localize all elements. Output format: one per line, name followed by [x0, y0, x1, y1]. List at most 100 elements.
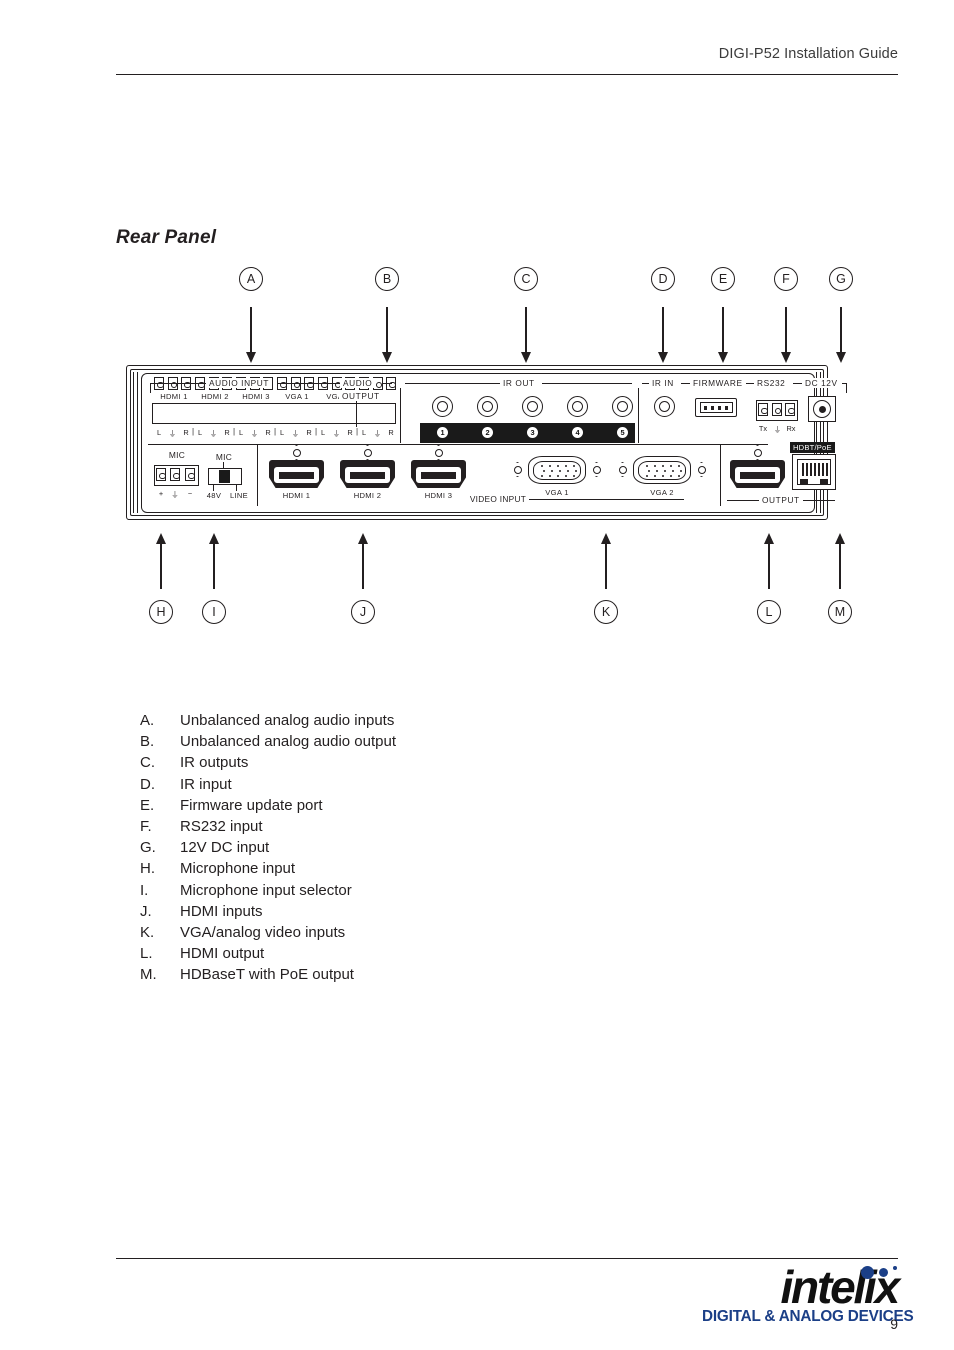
audio-output-label-line1: AUDIO: [340, 378, 376, 388]
pin-label-r: R: [224, 428, 230, 437]
pin-label-gnd: ⏚: [291, 429, 300, 438]
usb-contact-pin: [704, 406, 707, 410]
usb-contact-pin: [725, 406, 728, 410]
rs232-pin-rx: Rx: [786, 424, 796, 433]
pin-label-r: R: [306, 428, 312, 437]
mic-terminal-screw[interactable]: [185, 468, 195, 481]
legend-item-h: H. Microphone input: [140, 858, 700, 879]
pin-label-r: R: [347, 428, 353, 437]
logo-tagline: DIGITAL & ANALOG DEVICES: [702, 1308, 914, 1325]
vga-input-1-label: VGA 1: [545, 488, 569, 497]
audio-terminal-block[interactable]: [152, 403, 396, 424]
legend-key: J.: [140, 902, 152, 920]
legend-text: Unbalanced analog audio output: [180, 733, 397, 751]
rs232-bracket-right: [793, 383, 802, 385]
callout-f: F: [774, 267, 798, 291]
ir-out-bracket-right: [542, 383, 632, 385]
legend-key: A.: [140, 712, 155, 729]
legend-text: Unbalanced analog audio inputs: [180, 712, 395, 729]
legend-key: G.: [140, 839, 156, 857]
hdmi-input-1-connector[interactable]: [269, 460, 324, 488]
ir-out-jack-3[interactable]: [522, 396, 543, 417]
hdbaset-rj45-port[interactable]: [792, 454, 836, 490]
dc-power-jack[interactable]: [813, 400, 831, 418]
vga2-hex-screw-right: [694, 462, 709, 477]
legend-key: B.: [140, 733, 155, 751]
callout-e: E: [711, 267, 735, 291]
rs232-label: RS232: [754, 378, 789, 388]
mic-terminal-screw[interactable]: [170, 468, 180, 481]
callout-j: J: [351, 600, 375, 624]
audio-in-label-vga1: VGA 1: [285, 392, 309, 401]
ir-in-jack[interactable]: [654, 396, 675, 417]
legend-key: H.: [140, 860, 155, 878]
legend-key: L.: [140, 945, 153, 963]
hdmi-input-2-connector[interactable]: [340, 460, 395, 488]
output-bracket-right: [803, 500, 835, 502]
ir-out-number-3: 3: [527, 427, 538, 438]
mic-terminal-screw[interactable]: [156, 468, 166, 481]
mic-pin-minus: −: [187, 489, 193, 498]
rs232-terminal-screw[interactable]: [785, 403, 795, 416]
callout-arrow-j: [357, 533, 369, 589]
vga-input-1-connector[interactable]: [528, 456, 586, 484]
pin-label-r: R: [183, 428, 189, 437]
firmware-label: FIRMWARE: [690, 378, 746, 388]
vga1-hex-screw-right: [589, 462, 604, 477]
hdmi-input-3-connector[interactable]: [411, 460, 466, 488]
callout-arrow-m: [834, 533, 846, 589]
intelix-logo: intelix DIGITAL & ANALOG DEVICES: [698, 1264, 914, 1325]
ir-out-bracket-left: [405, 383, 500, 385]
legend-text: Microphone input: [180, 860, 296, 878]
mic-switch-pos-line: LINE: [229, 491, 249, 500]
ir-out-jack-5[interactable]: [612, 396, 633, 417]
output-section-divider: [720, 444, 722, 506]
pin-label-l: L: [320, 428, 326, 437]
pin-label-l: L: [156, 428, 162, 437]
ir-out-jack-2[interactable]: [477, 396, 498, 417]
legend-text: IR outputs: [180, 754, 249, 772]
rs232-pin-gnd: ⏚: [773, 425, 782, 434]
pin-label-l: L: [197, 428, 203, 437]
audio-output-bracket-right: [382, 383, 392, 385]
legend-text: Microphone input selector: [180, 881, 352, 899]
dc12v-label: DC 12V: [802, 378, 841, 388]
rs232-pin-tx: Tx: [758, 424, 768, 433]
legend-item-e: E. Firmware update port: [140, 795, 700, 816]
usb-contact-pin: [718, 406, 721, 410]
hdmi1-hex-screw: [289, 445, 304, 460]
rs232-terminal-screw[interactable]: [758, 403, 768, 416]
vga-input-2-connector[interactable]: [633, 456, 691, 484]
video-input-label: VIDEO INPUT: [469, 494, 527, 504]
legend-text: HDBaseT with PoE output: [180, 966, 354, 984]
mic-switch-knob[interactable]: [219, 470, 230, 483]
hdmi-input-3-label: HDMI 3: [424, 491, 453, 500]
callout-m: M: [828, 600, 852, 624]
ir-out-jack-1[interactable]: [432, 396, 453, 417]
legend-item-d: D. IR input: [140, 774, 700, 795]
pin-label-gnd: ⏚: [168, 429, 177, 438]
audio-in-label-hdmi1: HDMI 1: [160, 392, 188, 401]
hdmi2-hex-screw: [360, 445, 375, 460]
rj45-latch-foot-left: [800, 479, 808, 484]
audio-output-label-line2: OUTPUT: [339, 391, 383, 401]
legend-text: HDMI inputs: [180, 902, 263, 920]
legend-key: D.: [140, 775, 155, 793]
hdmi-input-1-label: HDMI 1: [282, 491, 311, 500]
legend-item-i: I. Microphone input selector: [140, 880, 700, 901]
dc12v-bracket-tick-right: [846, 383, 848, 393]
callout-arrow-e: [717, 307, 729, 363]
vga2-hex-screw-left: [615, 462, 630, 477]
audio-in-label-hdmi2: HDMI 2: [201, 392, 229, 401]
hdmi-output-connector[interactable]: [730, 460, 785, 488]
pin-label-l: L: [279, 428, 285, 437]
legend-item-m: M. HDBaseT with PoE output: [140, 964, 700, 985]
logo-dot-small-icon: [893, 1266, 897, 1270]
pin-label-r: R: [265, 428, 271, 437]
audio-input-bracket-tick-left: [150, 383, 152, 393]
ir-out-jack-4[interactable]: [567, 396, 588, 417]
pin-label-l: L: [238, 428, 244, 437]
panel-ear-left: [133, 372, 138, 513]
callout-d: D: [651, 267, 675, 291]
rs232-terminal-screw[interactable]: [771, 403, 782, 416]
